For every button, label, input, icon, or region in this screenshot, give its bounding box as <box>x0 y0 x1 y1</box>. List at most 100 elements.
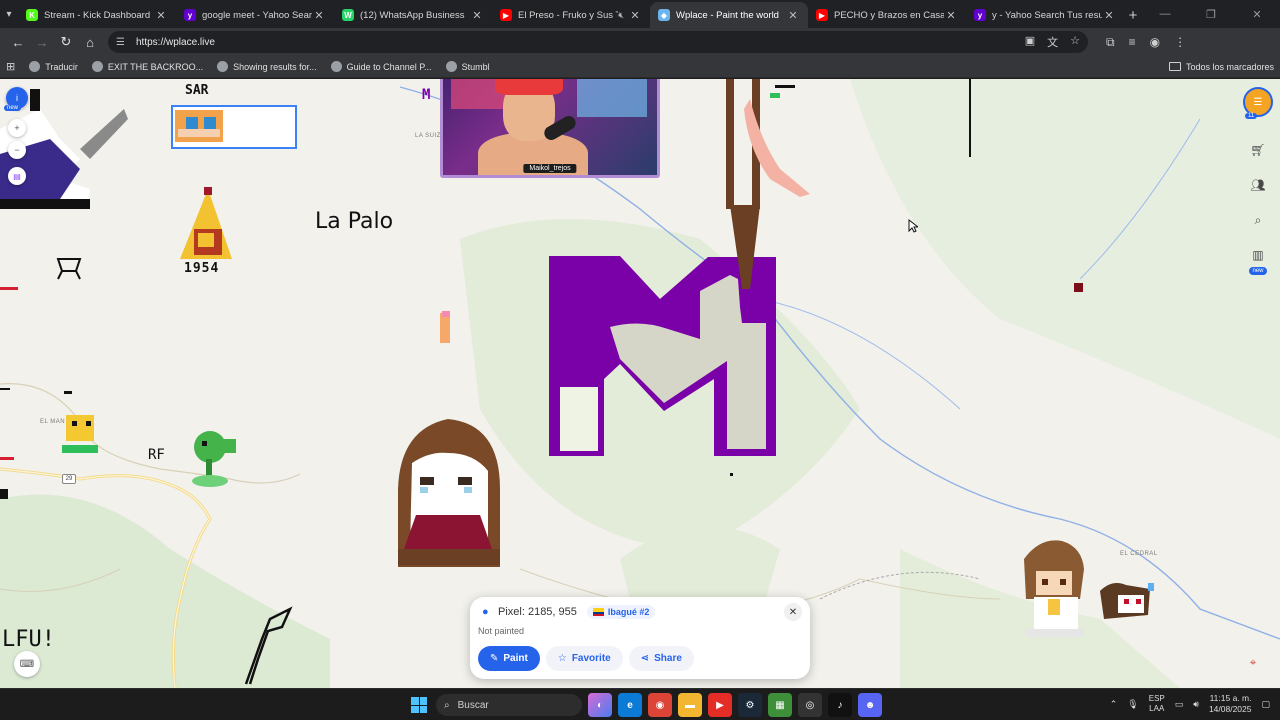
anime-eyes-art <box>171 105 297 149</box>
region-badge[interactable]: Ibagué #2 <box>586 605 656 619</box>
left-new-badge: new <box>4 105 22 111</box>
url-text: https://wplace.live <box>136 36 215 48</box>
bookmark-item[interactable]: Showing results for... <box>217 61 317 72</box>
star-icon: ☆ <box>557 653 567 664</box>
pixel-text-1954: 1954 <box>184 261 220 276</box>
network-icon[interactable]: ▭ <box>1175 699 1184 710</box>
bookmark-list: Traducir EXIT THE BACKROO... Showing resul… <box>29 61 503 72</box>
maximize-icon[interactable]: ❐ <box>1188 8 1234 21</box>
popup-close-icon[interactable]: ✕ <box>784 603 802 621</box>
tab-close-icon[interactable]: ✕ <box>470 9 484 22</box>
mouse-cursor-icon <box>908 219 918 233</box>
paint-button[interactable]: ✎ Paint <box>478 646 540 671</box>
favorite-button[interactable]: ☆ Favorite <box>545 646 623 671</box>
tab-favicon-icon: ▶ <box>500 9 512 21</box>
apps-grid-icon[interactable]: ⊞ <box>6 60 15 73</box>
tab-close-icon[interactable]: ✕ <box>628 9 642 22</box>
tab-label: (12) WhatsApp Business <box>360 9 465 21</box>
site-info-icon[interactable]: ☰ <box>116 37 130 48</box>
zoom-out-icon[interactable]: − <box>8 141 26 159</box>
store-cart-icon[interactable]: 🛒︎ <box>1245 137 1271 163</box>
browser-tab[interactable]: W (12) WhatsApp Business ✕ <box>334 2 492 28</box>
windows-start-icon[interactable] <box>411 697 427 713</box>
edge-icon[interactable]: e <box>618 693 642 717</box>
bookmark-favicon-icon <box>445 61 457 72</box>
bookmark-item[interactable]: EXIT THE BACKROO... <box>91 61 203 72</box>
close-window-icon[interactable]: ✕ <box>1234 8 1280 21</box>
tray-overflow-icon[interactable]: ⌃ <box>1110 699 1118 710</box>
place-label-el-cedral: EL CEDRAL <box>1120 551 1158 557</box>
tab-close-icon[interactable]: ✕ <box>312 9 326 22</box>
install-app-icon[interactable]: ▣ <box>1025 34 1035 50</box>
discord-icon[interactable]: ☻ <box>858 693 882 717</box>
tab-list: K Stream - Kick Dashboard ✕ y google meet - … <box>18 2 1124 28</box>
map-canvas[interactable]: LA SUIZ EL MAN EL CEDRAL 29 SAR La Palo … <box>0 79 1280 688</box>
language-indicator[interactable]: ESP LAA <box>1149 694 1165 714</box>
zoom-in-icon[interactable]: + <box>8 119 26 137</box>
pixel-text-bottom-left: LFU! <box>2 627 55 652</box>
chrome-icon[interactable]: ◉ <box>648 693 672 717</box>
home-button[interactable]: ⌂ <box>78 30 102 54</box>
reading-list-icon[interactable]: ≡ <box>1129 35 1136 50</box>
bookmark-favicon-icon <box>91 61 103 72</box>
highway-shield: 29 <box>62 474 76 484</box>
alliance-icon[interactable]: 👥︎ <box>1245 172 1271 198</box>
taskbar-search-label: Buscar <box>457 699 489 711</box>
tab-close-icon[interactable]: ✕ <box>944 9 958 22</box>
tab-close-icon[interactable]: ✕ <box>154 9 168 22</box>
webcam-background-screen <box>577 79 647 117</box>
share-button[interactable]: ⋖ Share <box>628 646 694 671</box>
minimize-icon[interactable]: — <box>1142 8 1188 20</box>
browser-tab[interactable]: K Stream - Kick Dashboard ✕ <box>18 2 176 28</box>
steam-icon[interactable]: ⚙ <box>738 693 762 717</box>
keyboard-icon[interactable]: ⌨ <box>14 651 40 677</box>
tab-close-icon[interactable]: ✕ <box>786 9 800 22</box>
translate-icon[interactable]: 文 <box>1047 34 1058 50</box>
all-bookmarks-button[interactable]: Todos los marcadores <box>1168 62 1274 72</box>
tiktok-icon[interactable]: ♪ <box>828 693 852 717</box>
browser-tab[interactable]: y google meet - Yahoo Search Tu✕ <box>176 2 334 28</box>
taskbar-search[interactable]: ⌕ Buscar <box>436 694 582 716</box>
search-location-icon[interactable]: ⌕ <box>1245 207 1271 233</box>
microphone-tray-icon[interactable]: 🎙︎ <box>1127 699 1138 710</box>
user-avatar-button[interactable]: ☰ 11 <box>1243 87 1273 119</box>
bookmarks-bar: ⊞ Traducir EXIT THE BACKROO... Showing res… <box>0 56 1280 78</box>
file-explorer-icon[interactable]: ▬ <box>678 693 702 717</box>
twitch-icon[interactable]: ▤ <box>8 167 26 185</box>
bookmark-star-icon[interactable]: ☆ <box>1070 34 1080 50</box>
bookmark-item[interactable]: Stumbl <box>445 61 490 72</box>
browser-menu-icon[interactable]: ⋮ <box>1174 35 1186 50</box>
browser-tab[interactable]: ▶ PECHO y Brazos en Casa - Haz✕ <box>808 2 966 28</box>
reload-button[interactable]: ↻ <box>54 30 78 54</box>
bookmark-favicon-icon <box>330 61 342 72</box>
volume-icon[interactable]: 🔊︎ <box>1193 699 1199 710</box>
minecraft-icon[interactable]: ▦ <box>768 693 792 717</box>
browser-tab[interactable]: ◆ Wplace - Paint the world ✕ <box>650 2 808 28</box>
notifications-icon[interactable]: ▢ <box>1261 699 1270 710</box>
bookmark-label: Stumbl <box>461 61 490 72</box>
youtube-icon[interactable]: ▶ <box>708 693 732 717</box>
tab-favicon-icon: y <box>974 9 986 21</box>
tab-close-icon[interactable]: ✕ <box>1102 9 1116 22</box>
new-tab-button[interactable]: + <box>1124 2 1142 28</box>
tab-search-button[interactable]: ▾ <box>0 0 18 28</box>
obs-icon[interactable]: ◎ <box>798 693 822 717</box>
system-clock[interactable]: 11:15 a. m. 14/08/2025 <box>1209 693 1252 715</box>
windows-taskbar: ⌕ Buscar ◐ e ◉ ▬ ▶ ⚙ ▦ ◎ ♪ ☻ ⌃ 🎙︎ ESP LA… <box>0 688 1280 720</box>
bookmark-favicon-icon <box>217 61 229 72</box>
extensions-icon[interactable]: ⧉ <box>1106 35 1115 50</box>
tab-muted-icon[interactable]: 🔇︎ <box>618 10 624 21</box>
browser-tab[interactable]: y y - Yahoo Search Tus resultado✕ <box>966 2 1124 28</box>
popup-actions: ✎ Paint ☆ Favorite ⋖ Share <box>478 646 694 671</box>
locate-me-icon[interactable]: ⌖ <box>1240 649 1266 675</box>
back-button[interactable]: ← <box>6 30 30 54</box>
bookmark-item[interactable]: Guide to Channel P... <box>330 61 432 72</box>
address-bar[interactable]: ☰ https://wplace.live ▣ 文 ☆ <box>108 31 1088 53</box>
lang-bottom: LAA <box>1149 704 1165 713</box>
copilot-icon[interactable]: ◐ <box>588 693 612 717</box>
profile-avatar[interactable]: ◉ <box>1150 35 1160 50</box>
bookmark-item[interactable]: Traducir <box>29 61 78 72</box>
forward-button[interactable]: → <box>30 30 54 54</box>
browser-tab[interactable]: ▶ El Preso - Fruko y Sus Teso🔇︎ ✕ <box>492 2 650 28</box>
leaderboard-icon[interactable]: ▥ <box>1245 242 1271 268</box>
